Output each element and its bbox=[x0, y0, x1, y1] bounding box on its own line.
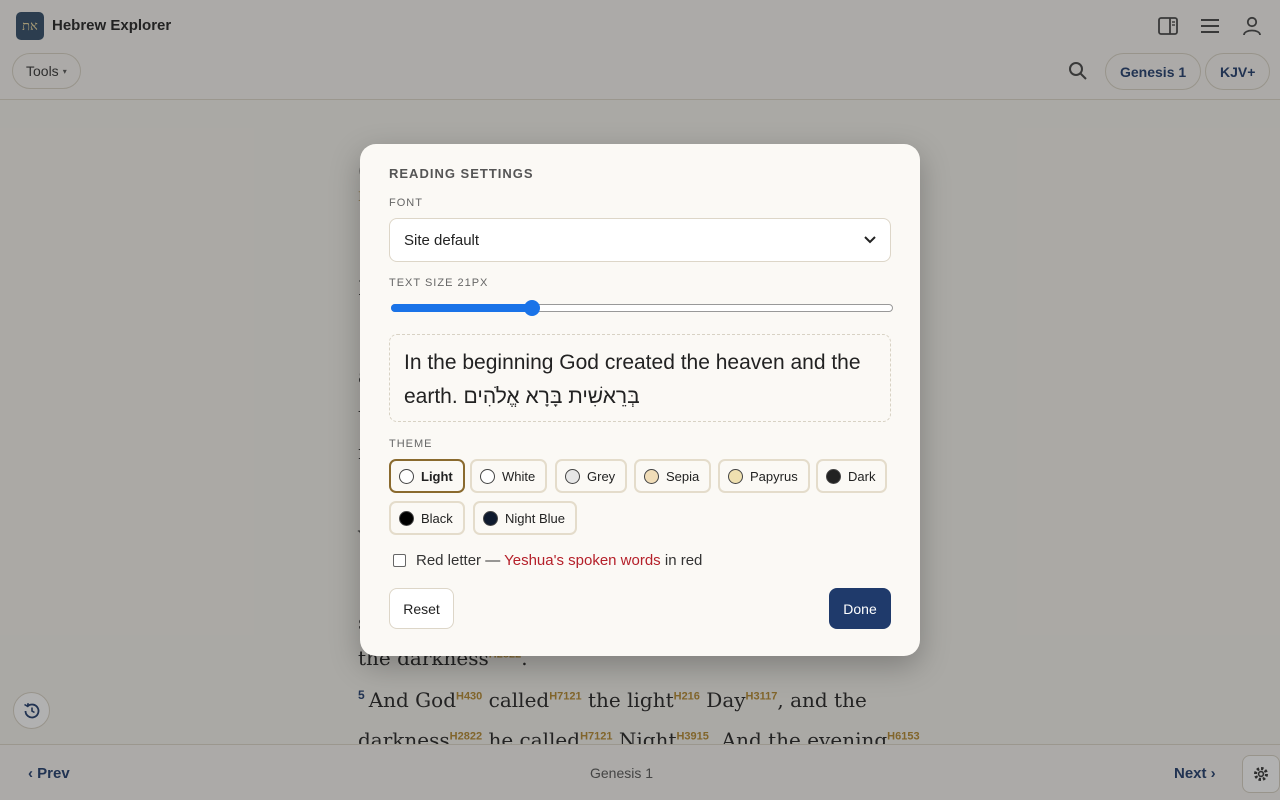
slider-thumb[interactable] bbox=[524, 300, 541, 316]
theme-option-sepia[interactable]: Sepia bbox=[634, 459, 712, 493]
theme-option-papyrus[interactable]: Papyrus bbox=[718, 459, 810, 493]
theme-swatch bbox=[399, 510, 414, 526]
text-size-slider[interactable] bbox=[391, 300, 893, 316]
reading-settings-dialog: READING SETTINGS FONT Site default TEXT … bbox=[360, 144, 920, 656]
theme-option-grey[interactable]: Grey bbox=[555, 459, 628, 493]
red-letter-checkbox[interactable] bbox=[393, 554, 406, 567]
theme-swatch bbox=[565, 468, 580, 484]
text-preview: In the beginning God created the heaven … bbox=[389, 334, 891, 422]
red-letter-highlight: Yeshua's spoken words bbox=[504, 552, 661, 569]
theme-option-white[interactable]: White bbox=[470, 459, 548, 493]
theme-label: Light bbox=[421, 468, 453, 484]
chevron-down-icon bbox=[864, 236, 876, 244]
done-button[interactable]: Done bbox=[829, 588, 891, 629]
font-label: FONT bbox=[389, 197, 423, 209]
theme-label: Papyrus bbox=[750, 468, 798, 484]
red-letter-text: Red letter — Yeshua's spoken words in re… bbox=[416, 552, 702, 569]
font-select-value: Site default bbox=[404, 231, 480, 249]
theme-swatch bbox=[399, 468, 414, 484]
theme-label: Night Blue bbox=[505, 510, 565, 526]
text-size-label: TEXT SIZE 21PX bbox=[389, 277, 489, 289]
red-letter-option[interactable]: Red letter — Yeshua's spoken words in re… bbox=[393, 552, 702, 569]
theme-label: Sepia bbox=[666, 468, 700, 484]
theme-option-night-blue[interactable]: Night Blue bbox=[473, 501, 577, 535]
theme-label: Dark bbox=[848, 468, 876, 484]
theme-label: White bbox=[502, 468, 536, 484]
reset-button[interactable]: Reset bbox=[389, 588, 454, 629]
theme-swatch bbox=[644, 468, 659, 484]
theme-option-light[interactable]: Light bbox=[389, 459, 465, 493]
theme-option-black[interactable]: Black bbox=[389, 501, 465, 535]
theme-swatch bbox=[480, 468, 495, 484]
slider-fill bbox=[391, 304, 533, 312]
font-select[interactable]: Site default bbox=[389, 218, 891, 262]
red-letter-suffix: in red bbox=[664, 552, 703, 569]
theme-label: Grey bbox=[587, 468, 616, 484]
theme-swatch bbox=[826, 468, 841, 484]
dialog-title: READING SETTINGS bbox=[389, 166, 534, 181]
theme-swatch bbox=[728, 468, 743, 484]
theme-option-dark[interactable]: Dark bbox=[816, 459, 888, 493]
theme-label: Black bbox=[421, 510, 453, 526]
theme-swatch bbox=[483, 510, 498, 526]
theme-label: THEME bbox=[389, 438, 433, 450]
red-letter-label: Red letter — bbox=[416, 552, 501, 569]
